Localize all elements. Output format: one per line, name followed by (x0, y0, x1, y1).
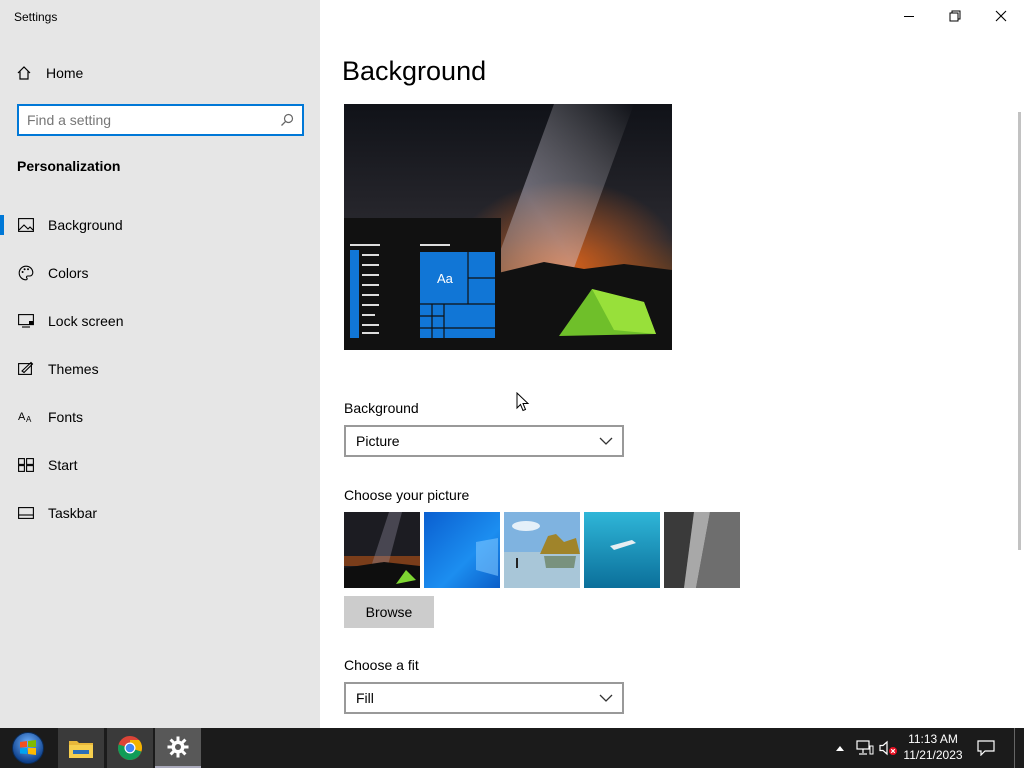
chevron-down-icon (599, 694, 613, 702)
tray-network[interactable] (854, 728, 876, 768)
page-title: Background (342, 56, 487, 86)
background-dropdown-value: Picture (356, 433, 400, 449)
fit-dropdown-value: Fill (356, 690, 374, 706)
lock-screen-icon (18, 313, 34, 329)
minimize-button[interactable] (886, 0, 932, 32)
taskbar-chrome[interactable] (107, 728, 153, 768)
clock-time: 11:13 AM (908, 732, 958, 746)
restore-icon (949, 10, 961, 22)
sidebar-item-lock-screen[interactable]: Lock screen (0, 301, 320, 341)
sidebar-item-colors[interactable]: Colors (0, 253, 320, 293)
minimize-icon (904, 16, 914, 17)
taskbar-clock[interactable]: 11:13 AM 11/21/2023 (900, 731, 966, 763)
picture-thumb-windows-blue[interactable] (424, 512, 500, 588)
sidebar-item-start[interactable]: Start (0, 445, 320, 485)
sidebar-item-label: Taskbar (48, 505, 98, 521)
tray-overflow-button[interactable] (832, 728, 848, 768)
home-link[interactable]: Home (16, 62, 83, 84)
start-button[interactable] (4, 728, 52, 768)
sidebar-item-label: Lock screen (48, 313, 124, 329)
preview-tile-text: Aa (437, 271, 453, 286)
home-label: Home (46, 65, 84, 81)
picture-thumb-rock-cliff[interactable] (664, 512, 740, 588)
search-input[interactable] (27, 111, 267, 129)
sidebar-item-fonts[interactable]: AA Fonts (0, 397, 320, 437)
network-icon (856, 740, 874, 755)
search-box[interactable] (17, 104, 304, 136)
sidebar-item-themes[interactable]: Themes (0, 349, 320, 389)
sidebar-item-label: Background (48, 217, 123, 233)
restore-button[interactable] (932, 0, 978, 32)
background-dropdown[interactable]: Picture (344, 425, 624, 457)
start-icon (18, 457, 34, 473)
picture-thumb-underwater-swimmer[interactable] (584, 512, 660, 588)
fit-dropdown[interactable]: Fill (344, 682, 624, 714)
sidebar-item-label: Themes (48, 361, 99, 377)
sidebar-item-label: Start (48, 457, 78, 473)
fit-label: Choose a fit (344, 657, 419, 673)
picture-thumb-beach-rocks[interactable] (504, 512, 580, 588)
show-desktop-button[interactable] (1014, 728, 1020, 768)
taskbar-icon (18, 505, 34, 521)
sidebar: Settings Home Personalization Background… (0, 0, 320, 728)
chevron-up-icon (836, 746, 844, 751)
home-icon (17, 66, 31, 80)
action-center-button[interactable] (972, 728, 1000, 768)
notification-icon (977, 740, 995, 756)
tray-volume[interactable] (878, 728, 900, 768)
scrollbar[interactable] (1018, 112, 1021, 550)
colors-palette-icon (18, 265, 34, 281)
fonts-icon: AA (18, 409, 34, 425)
chevron-down-icon (599, 437, 613, 445)
start-orb-icon (12, 732, 44, 764)
settings-gear-icon (167, 736, 189, 758)
sidebar-item-taskbar[interactable]: Taskbar (0, 493, 320, 533)
volume-muted-icon (879, 740, 897, 756)
background-label: Background (344, 400, 419, 416)
svg-text:A: A (26, 415, 32, 424)
background-preview: Aa (344, 104, 672, 350)
section-title: Personalization (17, 158, 121, 174)
sidebar-item-label: Colors (48, 265, 89, 281)
close-button[interactable] (978, 0, 1024, 32)
taskbar-file-explorer[interactable] (58, 728, 104, 768)
mouse-cursor-icon (516, 392, 530, 412)
svg-text:A: A (18, 411, 26, 423)
clock-date: 11/21/2023 (903, 748, 963, 762)
taskbar-settings[interactable] (155, 728, 201, 768)
search-icon[interactable] (280, 113, 294, 127)
sidebar-item-background[interactable]: Background (0, 205, 320, 245)
close-icon (995, 10, 1007, 22)
background-icon (18, 217, 34, 233)
themes-icon (18, 361, 34, 377)
chrome-icon (118, 736, 142, 760)
app-title: Settings (14, 10, 58, 24)
picture-thumb-night-sky-tent[interactable] (344, 512, 420, 588)
choose-picture-label: Choose your picture (344, 487, 470, 503)
sidebar-item-label: Fonts (48, 409, 84, 425)
file-explorer-icon (69, 741, 93, 758)
settings-window: Settings Home Personalization Background… (0, 0, 1024, 728)
browse-button[interactable]: Browse (344, 596, 434, 628)
